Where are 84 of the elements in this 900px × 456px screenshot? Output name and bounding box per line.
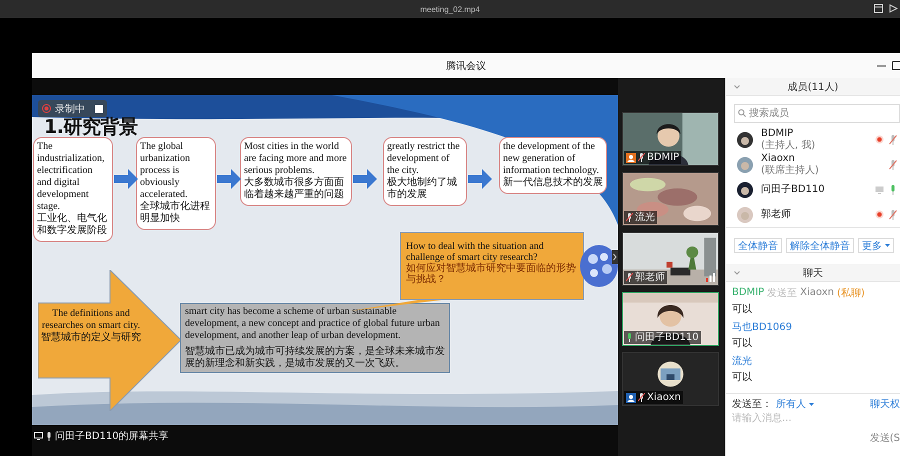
flow-arrow	[114, 169, 138, 189]
avatar	[737, 132, 753, 148]
sender-name: 流光	[732, 354, 752, 368]
box-text: the development of the new generation of information technology.	[503, 141, 600, 176]
box-text: Most cities in the world are facing more and more serious problems.	[244, 141, 348, 176]
sender-name: 马也BD1069	[732, 320, 792, 334]
arrow-text: The definitions and researches on smart city.	[40, 308, 142, 332]
chat-title: 聊天	[803, 266, 823, 280]
maximize-icon[interactable]	[892, 61, 900, 70]
video-tile[interactable]: 流光	[622, 172, 719, 226]
person-icon	[626, 152, 636, 162]
member-row[interactable]: 问田子BD110	[726, 177, 900, 202]
window-icon[interactable]	[874, 4, 883, 13]
microphone-icon[interactable]	[889, 160, 897, 170]
stop-button[interactable]	[95, 104, 103, 112]
avatar	[737, 156, 753, 172]
box-text-chinese: 工业化、电气化和数字发展阶段	[37, 213, 108, 237]
sender-name: BDMIP	[732, 287, 764, 298]
send-button[interactable]: 发送(S	[870, 431, 900, 445]
box-text: The industrialization, electrification and digital development stage.	[37, 141, 106, 212]
slide-title: 1.研究背景	[44, 115, 138, 140]
screen-share-icon	[34, 432, 43, 440]
flow-arrow	[217, 169, 241, 189]
arrow-text-chinese: 智慧城市的定义与研究	[41, 332, 141, 344]
box-text: The global urbanization process is obviously accelerated.	[140, 141, 191, 200]
member-name: Xiaoxn	[761, 152, 796, 164]
video-tile[interactable]: 郭老师	[622, 232, 719, 286]
member-action-button[interactable]: 全体静音	[734, 238, 782, 253]
member-name: 郭老师	[761, 208, 792, 220]
participant-name: 郭老师	[635, 272, 665, 284]
search-icon	[738, 109, 746, 117]
record-icon	[42, 104, 51, 113]
box-text-chinese: 全球城市化进程明显加快	[140, 201, 211, 225]
search-field[interactable]: 搜索成员	[734, 104, 900, 123]
callout-text: How to deal with the situation and challenge of smart city research?	[406, 241, 545, 263]
message-text: 可以	[732, 302, 753, 317]
member-row[interactable]: BDMIP (主持人, 我)	[726, 127, 900, 152]
send-to-label: 发送至	[767, 286, 798, 300]
recording-label: 录制中	[55, 102, 85, 116]
caret-icon	[885, 244, 890, 247]
recipient-dropdown[interactable]: 所有人	[772, 397, 814, 411]
member-row[interactable]: 郭老师	[726, 202, 900, 227]
message-text: 可以	[732, 336, 753, 351]
window-title: 腾讯会议	[446, 60, 486, 72]
box-text-chinese: 新一代信息技术的发展	[503, 177, 603, 189]
microphone-icon	[46, 432, 52, 440]
member-row[interactable]: Xiaoxn (联席主持人)	[726, 152, 900, 177]
summary-text: smart city has become a scheme of urban sustainable development, a new concept and practice of global future urban development, and another leap of urban development.	[185, 306, 441, 342]
box-text-chinese: 极大地制约了城市的发展	[387, 177, 458, 201]
member-role: (联席主持人)	[761, 164, 820, 176]
file-name: meeting_02.mp4	[420, 4, 480, 14]
box-text-chinese: 大多数城市很多方面面临着越来越严重的问题	[244, 177, 345, 201]
microphone-icon[interactable]	[889, 210, 897, 220]
caret-icon	[809, 402, 814, 406]
member-action-button[interactable]: 解除全体静音	[786, 238, 854, 253]
flow-arrow	[468, 169, 492, 189]
recipient-name: Xiaoxn	[800, 287, 834, 298]
private-tag: (私聊)	[837, 286, 865, 300]
member-role: (主持人, 我)	[761, 140, 816, 152]
callout-text-chinese: 如何应对智慧城市研究中要面临的形势与挑战？	[406, 263, 577, 285]
summary-text-chinese: 智慧城市已成为城市可持续发展的方案，是全球未来城市发展的新理念和新实践，是城市发展的又一次飞跃。	[185, 346, 445, 370]
member-name: BDMIP	[761, 128, 794, 140]
participant-name: 流光	[635, 212, 655, 224]
member-action-button[interactable]: 更多	[858, 238, 894, 253]
message-text: 可以	[732, 370, 753, 385]
participant-name: 问田子BD110	[635, 332, 699, 344]
chevron-icon[interactable]	[612, 250, 618, 264]
screen-share-label: 问田子BD110的屏幕共享	[55, 430, 169, 443]
box-text: greatly restrict the development of the city.	[387, 141, 461, 176]
microphone-icon[interactable]	[889, 134, 897, 144]
video-tile[interactable]: BDMIP	[622, 112, 719, 166]
video-tile[interactable]: Xiaoxn	[622, 352, 719, 406]
video-tile[interactable]: 问田子BD110	[622, 292, 719, 346]
chat-permission-link[interactable]: 聊天权	[870, 397, 900, 411]
participant-name: BDMIP	[647, 152, 680, 164]
member-name: 问田子BD110	[761, 184, 826, 196]
person-icon	[626, 392, 636, 402]
flow-arrow	[353, 169, 377, 189]
send-to-label: 发送至：	[732, 398, 772, 411]
avatar	[737, 206, 753, 222]
avatar	[737, 182, 753, 198]
participant-name: Xiaoxn	[647, 392, 681, 404]
members-title: 成员(11人)	[788, 80, 838, 94]
flower-emblem-icon	[580, 245, 618, 287]
